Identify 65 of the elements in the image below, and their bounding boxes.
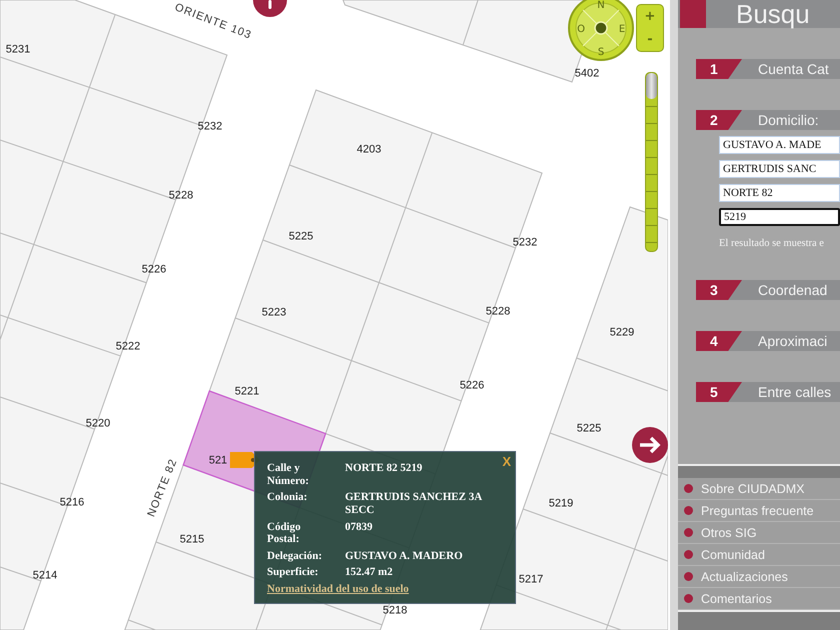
lot-number: 5218 [382,606,408,616]
lot-number: 5228 [486,306,510,318]
lot-number: 5215 [180,534,204,546]
lot-number: 5214 [32,570,58,582]
step-number-badge: 5 [696,382,742,402]
lot-number: 5226 [142,264,166,276]
search-section-tab[interactable]: 3 Coordenad [696,280,840,300]
lot-number: 5225 [576,424,602,434]
arrow-right-icon[interactable] [632,427,668,463]
result-note: El resultado se muestra e [719,238,825,249]
compass-control[interactable]: N O E S [567,0,635,62]
lot-number: 5226 [460,380,484,392]
bullet-icon [684,484,693,493]
lot-number: 5220 [86,418,110,430]
header-accent [680,0,706,28]
lot-number: 5229 [610,328,634,338]
land-use-link[interactable]: Normatividad del uso de suelo [267,583,409,596]
field-value: GERTRUDIS SANCHEZ 3A SECC [345,491,484,517]
lot-number: 5219 [548,498,574,510]
step-number-badge: 1 [696,59,742,79]
zoom-button[interactable]: - [637,28,663,51]
lot-number: 521 [208,456,228,466]
lot-number: 5232 [512,238,538,248]
map-marker-icon[interactable] [252,0,288,18]
field-label: Código Postal: [267,520,302,546]
field-value: NORTE 82 5219 [345,462,424,475]
lot-number: 5225 [288,232,314,242]
lot-number: 5222 [116,342,140,352]
lot-number: 5223 [262,308,286,318]
input-field[interactable]: NORTE 82 [719,184,840,202]
bullet-icon [684,528,693,537]
field-value: 07839 [345,520,374,534]
search-section-tab[interactable]: 4 Aproximaci [696,331,840,351]
field-value: 152.47 m2 [345,566,394,580]
panel-title: Busqu [736,1,810,27]
bullet-icon [684,594,693,603]
bullet-icon [684,506,693,515]
search-section-tab[interactable]: 2 Domicilio: [696,110,840,130]
lot-number: 5228 [168,190,194,202]
zoom-button[interactable]: + [637,5,663,28]
input-field[interactable]: 5219 [719,208,840,226]
lot-number: 5221 [234,386,260,398]
zoom-slider[interactable] [645,72,658,252]
field-label: Superficie: [267,566,320,580]
input-field[interactable]: GUSTAVO A. MADE [719,136,840,154]
field-label: Delegación: [267,550,323,562]
lot-number: 5217 [518,574,544,586]
lot-number: 5231 [6,44,30,56]
search-section-tab[interactable]: 1 Cuenta Cat [696,59,840,79]
field-label: Colonia: [267,491,308,504]
step-number-badge: 3 [696,280,742,300]
input-field[interactable]: GERTRUDIS SANC [719,160,840,178]
step-number-badge: 2 [696,110,742,130]
lot-number: 5216 [60,498,84,508]
close-button[interactable]: X [500,454,513,469]
search-section-tab[interactable]: 5 Entre calles [696,382,840,402]
lot-number: 5402 [574,68,600,80]
bullet-icon [684,572,693,581]
step-number-badge: 4 [696,331,742,351]
field-value: GUSTAVO A. MADERO [345,550,464,562]
bullet-icon [684,550,693,559]
slider-handle[interactable] [646,73,657,99]
field-label: Calle y Número: [267,462,310,488]
lot-number: 4203 [356,144,382,156]
lot-number: 5232 [198,122,222,132]
